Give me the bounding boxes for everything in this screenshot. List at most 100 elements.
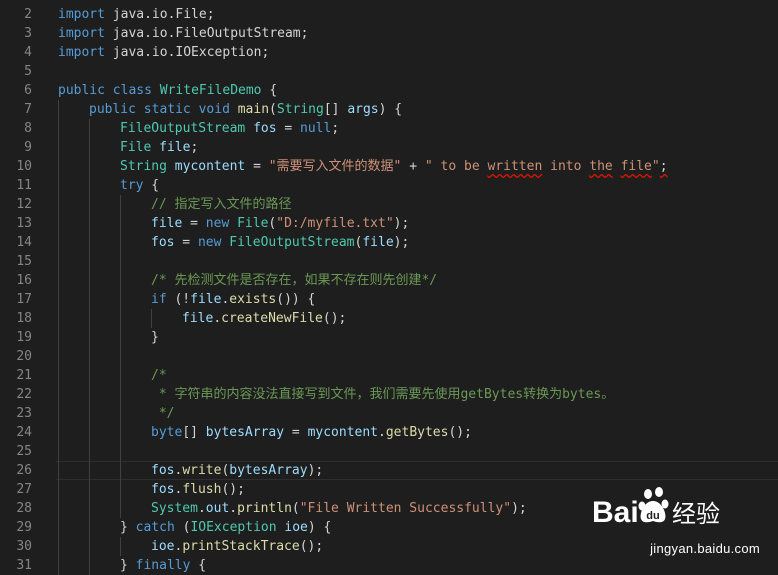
code-line[interactable]: 22 * 字符串的内容没法直接写到文件，我们需要先使用getBytes转换为by… [0,385,778,404]
code-line[interactable]: 2 import java.io.File; [0,5,778,24]
code-text[interactable]: fos.flush(); [151,480,245,499]
indent-guide [58,385,59,404]
code-token: * 字符串的内容没法直接写到文件，我们需要先使用getBytes转换为bytes… [151,387,615,402]
code-token: static [143,102,191,117]
code-line[interactable]: 17 if (!file.exists()) { [0,290,778,309]
watermark-url: jingyan.baidu.com [650,541,760,556]
code-text[interactable]: if (!file.exists()) { [151,290,315,309]
code-text[interactable]: import java.io.FileOutputStream; [58,24,308,43]
code-line[interactable]: 13 file = new File("D:/myfile.txt"); [0,214,778,233]
code-token: out [205,501,230,516]
code-text[interactable]: } [151,328,159,347]
code-editor[interactable]: 2 import java.io.File; 3 import java.io.Fil… [0,0,778,575]
code-line[interactable]: 10 String mycontent = "需要写入文件的数据" + " to … [0,157,778,176]
code-token: void [198,102,230,117]
code-line[interactable]: 18 file.createNewFile(); [0,309,778,328]
code-text[interactable]: FileOutputStream fos = null; [120,119,339,138]
code-line[interactable]: 14 fos = new FileOutputStream(file); [0,233,778,252]
code-line[interactable]: 19} [0,328,778,347]
code-line[interactable]: 7 public static void main(String[] args) … [0,100,778,119]
code-token: new [205,216,230,231]
code-token: } [151,330,159,345]
code-text[interactable]: /* 先检测文件是否存在，如果不存在则先创建*/ [151,271,437,290]
line-number: 8 [24,121,32,136]
code-text[interactable]: fos = new FileOutputStream(file); [151,233,409,252]
code-line[interactable]: 26 fos.write(bytesArray); [0,461,778,480]
code-token: = [182,216,206,231]
code-line[interactable]: 25 [0,442,778,461]
code-text[interactable]: try { [120,176,159,195]
code-text[interactable]: System.out.println("File Written Success… [151,499,527,518]
line-number: 5 [24,64,32,79]
indent-guide [120,233,121,252]
indent-guide [58,271,59,290]
code-text[interactable]: */ [151,404,175,423]
indent-guide [58,309,59,328]
code-line[interactable]: 23 */ [0,404,778,423]
code-text[interactable]: public static void main(String[] args) { [89,100,402,119]
indent-guide [120,366,121,385]
code-text[interactable]: fos.write(bytesArray); [151,461,323,480]
indent-guide [89,385,90,404]
code-text[interactable]: file.createNewFile(); [182,309,346,328]
code-line[interactable]: 12 // 指定写入文件的路径 [0,195,778,214]
line-number: 20 [16,349,32,364]
code-token: file [362,235,394,250]
code-line[interactable]: 8 FileOutputStream fos = null; [0,119,778,138]
code-line[interactable]: 21 /* [0,366,778,385]
code-line[interactable]: 4 import java.io.IOException; [0,43,778,62]
code-line[interactable]: 31} finally { [0,556,778,575]
code-token: try [120,178,144,193]
indent-guide [120,252,121,271]
indent-guide [89,442,90,461]
code-text[interactable]: byte[] bytesArray = mycontent.getBytes()… [151,423,472,442]
code-line[interactable]: 3 import java.io.FileOutputStream; [0,24,778,43]
code-line[interactable]: 6 public class WriteFileDemo { [0,81,778,100]
line-number: 27 [16,482,32,497]
code-token: createNewFile [221,311,323,326]
code-token: finally [135,558,191,573]
code-line[interactable]: 16 /* 先检测文件是否存在，如果不存在则先创建*/ [0,271,778,290]
code-token: file [159,140,191,155]
code-text[interactable]: import java.io.IOException; [58,43,269,62]
code-token: FileOutputStream [120,121,246,136]
code-line[interactable]: 11 try { [0,176,778,195]
line-number: 29 [16,520,32,535]
line-number: 26 [16,463,32,478]
code-text[interactable]: File file; [120,138,198,157]
code-token: /* [151,368,167,383]
code-token: . [197,501,206,516]
code-token: mycontent [174,159,246,174]
code-token: flush [182,482,222,497]
code-text[interactable]: } catch (IOException ioe) { [120,518,331,537]
indent-guide [58,138,59,157]
indent-guide [89,195,90,214]
code-text[interactable]: } finally { [120,556,206,575]
code-line[interactable]: 24 byte[] bytesArray = mycontent.getBytes… [0,423,778,442]
code-text[interactable]: ioe.printStackTrace(); [151,537,323,556]
code-text[interactable]: public class WriteFileDemo { [58,81,277,100]
indent-guide [120,214,121,233]
code-token: IOException [190,520,277,535]
code-line[interactable]: 9 File file; [0,138,778,157]
code-token: ioe [284,520,308,535]
indent-guide [120,404,121,423]
indent-guide [58,461,59,480]
code-text[interactable]: String mycontent = "需要写入文件的数据" + " to be… [120,157,668,176]
paw-icon: du [638,487,669,523]
code-text[interactable]: file = new File("D:/myfile.txt"); [151,214,409,233]
code-text[interactable]: // 指定写入文件的路径 [151,195,291,214]
code-text[interactable]: /* [151,366,167,385]
code-line[interactable]: 5 [0,62,778,81]
code-line[interactable]: 20 [0,347,778,366]
code-token: ; [331,121,340,136]
baidu-jingyan-logo: Bai du 经验 [592,487,720,529]
indent-guide [89,423,90,442]
code-token: fos [151,482,175,497]
code-line[interactable]: 15 [0,252,778,271]
code-text[interactable]: * 字符串的内容没法直接写到文件，我们需要先使用getBytes转换为bytes… [151,385,614,404]
code-token: the [589,159,613,174]
code-text[interactable]: import java.io.File; [58,5,215,24]
indent-guide [58,404,59,423]
